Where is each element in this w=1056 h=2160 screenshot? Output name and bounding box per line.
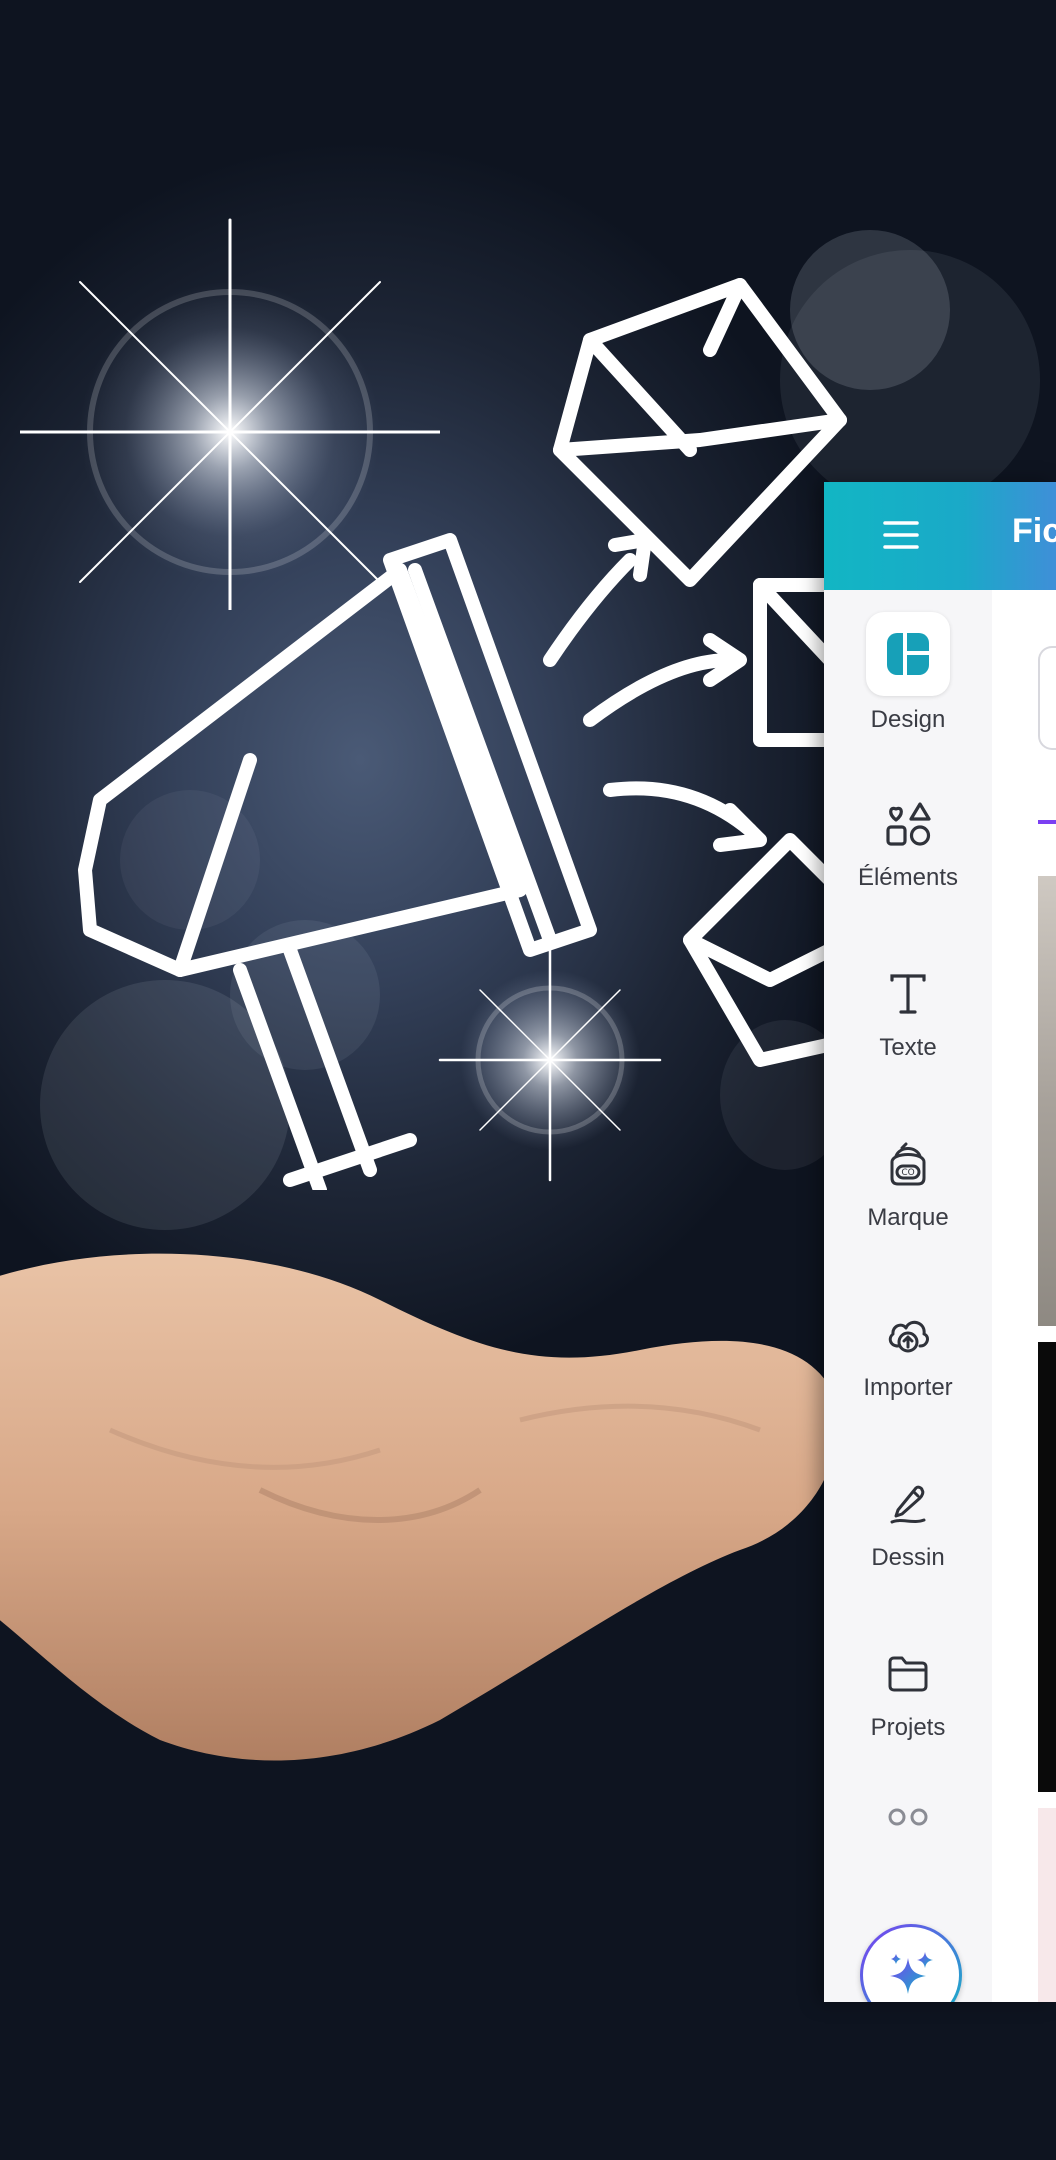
- sidebar-item-label: Design: [870, 706, 946, 733]
- tab-active-indicator: [1038, 820, 1056, 824]
- search-input[interactable]: [1038, 646, 1056, 750]
- cloud-upload-icon: [878, 1304, 938, 1364]
- sidebar-item-design[interactable]: Design: [824, 610, 992, 760]
- top-bar: Fic: [824, 482, 1056, 590]
- menu-button[interactable]: [876, 510, 926, 560]
- sidebar-item-apps[interactable]: [824, 1790, 992, 1850]
- editor-app-panel: Fic Design Éléments Texte CO Marque Impo…: [824, 482, 1056, 2002]
- sidebar-item-label: Projets: [870, 1714, 946, 1741]
- left-sidebar: Design Éléments Texte CO Marque Importer…: [824, 590, 993, 2002]
- hamburger-menu-icon: [883, 521, 919, 549]
- sidebar-item-label: Marque: [867, 1204, 949, 1231]
- brand-kit-icon: CO: [878, 1134, 938, 1194]
- sidebar-item-upload[interactable]: Importer: [824, 1290, 992, 1440]
- sidebar-item-label: Dessin: [871, 1544, 945, 1571]
- sidebar-item-elements[interactable]: Éléments: [824, 780, 992, 930]
- design-layout-icon: [866, 612, 950, 696]
- sidebar-item-projects[interactable]: Projets: [824, 1630, 992, 1780]
- sidebar-item-text[interactable]: Texte: [824, 950, 992, 1100]
- template-thumbnail[interactable]: [1038, 1342, 1056, 1792]
- shapes-icon: [878, 794, 938, 854]
- folder-icon: [878, 1644, 938, 1704]
- apps-icon: [878, 1804, 938, 1850]
- svg-text:CO: CO: [901, 1168, 914, 1178]
- draw-pen-icon: [878, 1474, 938, 1534]
- sidebar-item-label: Éléments: [857, 864, 959, 891]
- sidebar-item-draw[interactable]: Dessin: [824, 1460, 992, 1610]
- template-thumbnail[interactable]: [1038, 1808, 1056, 2002]
- file-menu-title[interactable]: Fic: [1012, 512, 1056, 551]
- template-thumbnail[interactable]: [1038, 876, 1056, 1326]
- sidebar-item-label: Texte: [879, 1034, 937, 1061]
- megaphone-envelopes-illustration: [78, 278, 857, 1190]
- sidebar-item-label: Importer: [863, 1374, 953, 1401]
- text-t-icon: [878, 964, 938, 1024]
- sparkles-icon: [890, 1952, 933, 1994]
- sidebar-item-brand[interactable]: CO Marque: [824, 1120, 992, 1270]
- open-hand-photo: [0, 1253, 840, 1761]
- design-panel-content: [992, 590, 1056, 2002]
